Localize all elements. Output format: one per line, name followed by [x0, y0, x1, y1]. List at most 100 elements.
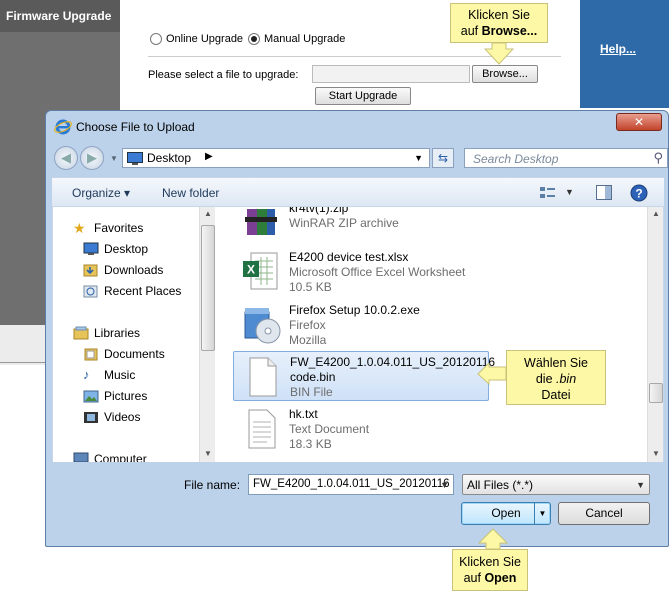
nav-libraries[interactable]: Libraries	[73, 326, 140, 340]
address-row: ◀ ▶ ▼ Desktop ▶ ▼ ⇆ Search Desktop ⚲	[52, 145, 668, 171]
nav-label: Music	[104, 368, 136, 382]
desktop-icon	[127, 152, 143, 165]
select-file-label: Please select a file to upgrade:	[148, 69, 299, 81]
manual-upgrade-option[interactable]: Manual Upgrade	[248, 33, 345, 45]
nav-music[interactable]: ♪ Music	[83, 368, 136, 383]
open-button[interactable]: Open ▼	[461, 502, 551, 525]
nav-favorites[interactable]: ★ Favorites	[73, 221, 143, 235]
nav-label: Libraries	[94, 326, 141, 340]
svg-text:X: X	[247, 263, 255, 277]
file-list: kr4tv(1).zip WinRAR ZIP archive X E4200 …	[229, 207, 649, 462]
scroll-up-icon[interactable]: ▲	[648, 207, 664, 221]
file-item[interactable]: hk.txt Text Document 18.3 KB	[233, 404, 489, 454]
nav-label: Desktop	[104, 242, 149, 256]
scroll-down-icon[interactable]: ▼	[200, 447, 216, 461]
file-name-input[interactable]: FW_E4200_1.0.04.011_US_20120116 ▼	[248, 474, 454, 495]
file-item[interactable]: Firefox Setup 10.0.2.exe Firefox Mozilla	[233, 300, 489, 350]
nav-desktop[interactable]: Desktop	[83, 242, 148, 256]
upgrade-file-input[interactable]	[312, 65, 470, 83]
downloads-folder-icon	[83, 264, 98, 277]
nav-label: Documents	[104, 347, 165, 361]
nav-documents[interactable]: Documents	[83, 347, 165, 361]
preview-pane-icon[interactable]	[596, 185, 612, 201]
manual-upgrade-radio[interactable]	[248, 33, 260, 45]
star-icon: ★	[73, 220, 86, 236]
divider	[0, 362, 46, 363]
file-size: 18.3 KB	[289, 437, 332, 451]
scroll-up-icon[interactable]: ▲	[200, 207, 216, 221]
nav-downloads[interactable]: Downloads	[83, 263, 163, 277]
navigation-scrollbar[interactable]: ▲ ▼	[199, 207, 215, 462]
help-link[interactable]: Help...	[600, 42, 636, 56]
file-name: E4200 device test.xlsx	[289, 250, 409, 264]
online-upgrade-option[interactable]: Online Upgrade	[150, 33, 243, 45]
section-title: Firmware Upgrade	[0, 0, 120, 32]
file-type: BIN File	[290, 385, 333, 399]
callout-arrow-down	[484, 43, 514, 65]
file-list-scrollbar[interactable]: ▲ ▼	[647, 207, 663, 462]
file-upload-dialog: Choose File to Upload ✕ ◀ ▶ ▼ Desktop ▶ …	[45, 110, 669, 547]
start-upgrade-button[interactable]: Start Upgrade	[315, 87, 411, 105]
chevron-down-icon[interactable]: ▼	[636, 480, 645, 490]
chevron-down-icon[interactable]: ▼	[440, 480, 449, 490]
back-button[interactable]: ◀	[54, 146, 78, 170]
nav-videos[interactable]: Videos	[83, 410, 140, 424]
file-type: Firefox	[289, 318, 326, 332]
open-dropdown-icon[interactable]: ▼	[534, 503, 550, 524]
help-icon[interactable]: ?	[630, 184, 648, 202]
callout-text: auf Open	[463, 571, 517, 585]
videos-icon	[84, 412, 98, 423]
file-type-value: All Files (*.*)	[467, 478, 534, 492]
search-placeholder: Search Desktop	[473, 152, 559, 166]
blank-file-icon	[249, 357, 277, 397]
file-name: hk.txt	[289, 407, 318, 421]
recent-locations-icon[interactable]: ▼	[110, 154, 118, 163]
navigation-pane: ★ Favorites Desktop Downloads Recent Pla…	[53, 207, 213, 462]
online-upgrade-radio[interactable]	[150, 33, 162, 45]
online-upgrade-label: Online Upgrade	[166, 33, 244, 45]
nav-pictures[interactable]: Pictures	[83, 389, 147, 403]
installer-icon	[244, 308, 281, 344]
forward-button[interactable]: ▶	[80, 146, 104, 170]
manual-upgrade-label: Manual Upgrade	[264, 33, 346, 45]
dialog-footer: File name: FW_E4200_1.0.04.011_US_201201…	[52, 462, 664, 542]
breadcrumb-chevron-icon[interactable]: ▶	[205, 151, 213, 162]
address-dropdown-icon[interactable]: ▼	[414, 153, 423, 163]
file-item[interactable]: kr4tv(1).zip WinRAR ZIP archive	[233, 207, 489, 245]
file-type: Text Document	[289, 422, 370, 436]
address-text: Desktop	[147, 151, 192, 165]
scrollbar-thumb[interactable]	[649, 383, 663, 403]
scroll-down-icon[interactable]: ▼	[648, 447, 664, 461]
new-folder-button[interactable]: New folder	[162, 186, 219, 200]
callout-arrow-left	[477, 363, 507, 385]
nav-label: Pictures	[104, 389, 148, 403]
browse-button[interactable]: Browse...	[472, 65, 538, 83]
nav-label: Computer	[94, 452, 147, 462]
organize-button[interactable]: Organize ▾	[72, 186, 130, 200]
file-name-continued: code.bin	[290, 370, 336, 384]
close-button[interactable]: ✕	[616, 113, 662, 131]
nav-computer[interactable]: Computer	[73, 452, 147, 462]
file-type: Microsoft Office Excel Worksheet	[289, 265, 466, 279]
callout-text: auf Browse...	[460, 24, 538, 38]
cancel-button[interactable]: Cancel	[558, 502, 650, 525]
search-icon[interactable]: ⚲	[653, 150, 663, 166]
view-dropdown-icon[interactable]: ▼	[565, 187, 574, 197]
search-input[interactable]: Search Desktop ⚲	[464, 148, 668, 168]
refresh-icon[interactable]: ⇆	[432, 148, 454, 168]
file-size: 10.5 KB	[289, 280, 332, 294]
address-bar[interactable]: Desktop ▶ ▼	[122, 148, 430, 168]
dialog-titlebar: Choose File to Upload ✕	[46, 111, 668, 141]
scrollbar-thumb[interactable]	[201, 225, 215, 351]
nav-recent-places[interactable]: Recent Places	[83, 284, 181, 298]
browse-callout: Klicken Sie auf Browse...	[450, 3, 548, 43]
file-publisher: Mozilla	[289, 333, 327, 347]
file-name: kr4tv(1).zip	[289, 207, 349, 215]
pictures-icon	[83, 390, 99, 403]
file-item[interactable]: X E4200 device test.xlsx Microsoft Offic…	[233, 247, 489, 297]
file-type-select[interactable]: All Files (*.*) ▼	[462, 474, 650, 495]
file-name: FW_E4200_1.0.04.011_US_20120116_	[290, 355, 502, 369]
file-item-selected[interactable]: FW_E4200_1.0.04.011_US_20120116_ code.bi…	[233, 351, 502, 401]
file-name: Firefox Setup 10.0.2.exe	[289, 303, 420, 317]
view-options-icon[interactable]	[540, 186, 556, 200]
